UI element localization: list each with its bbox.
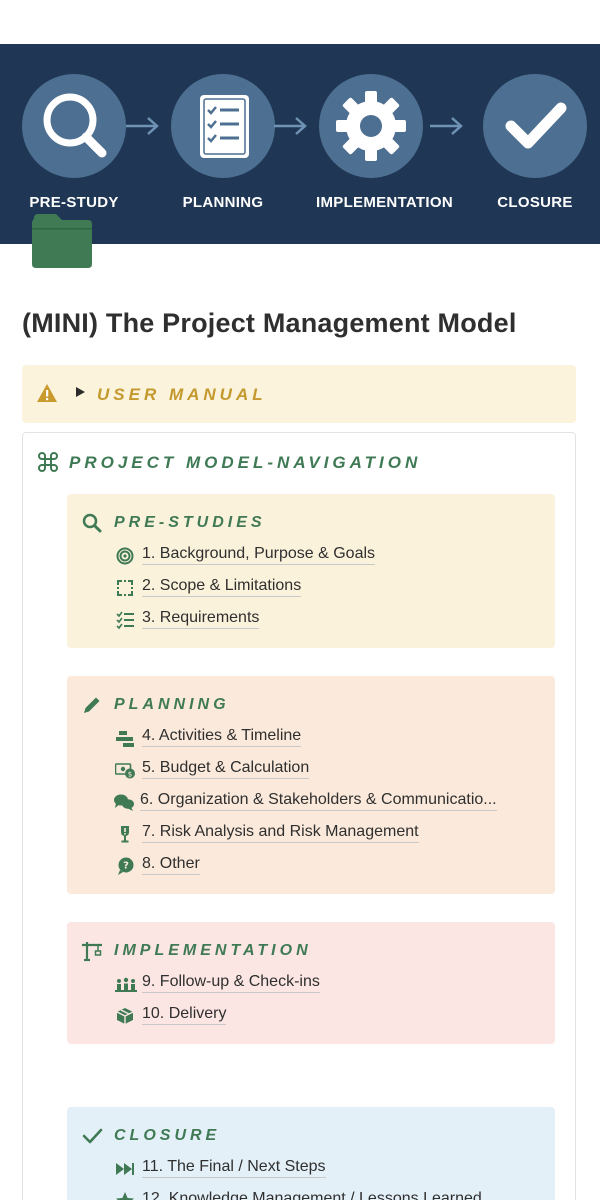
step-label: PRE-STUDY bbox=[29, 194, 119, 211]
expand-triangle-icon[interactable] bbox=[76, 387, 85, 397]
section-planning: PLANNING 4. Activities & Timeline $ 5. B… bbox=[67, 676, 555, 894]
section-title: IMPLEMENTATION bbox=[114, 942, 312, 959]
nav-link[interactable]: 4. Activities & Timeline bbox=[142, 727, 302, 747]
project-navigation: PROJECT MODEL-NAVIGATION PRE-STUDIES 1. … bbox=[22, 432, 576, 1200]
frame-icon bbox=[117, 580, 133, 596]
chat-icon bbox=[114, 794, 134, 811]
navigation-heading: PROJECT MODEL-NAVIGATION bbox=[69, 453, 422, 472]
timeline-icon bbox=[116, 731, 134, 747]
nav-link[interactable]: 6. Organization & Stakeholders & Communi… bbox=[140, 791, 497, 811]
money-icon: $ bbox=[115, 763, 135, 779]
nav-link[interactable]: 10. Delivery bbox=[142, 1005, 227, 1025]
nav-link[interactable]: 8. Other bbox=[142, 855, 200, 875]
arrow-right-icon bbox=[274, 117, 307, 135]
arrow-right-icon bbox=[126, 117, 159, 135]
nav-link[interactable]: 5. Budget & Calculation bbox=[142, 759, 310, 779]
section-pre-studies: PRE-STUDIES 1. Background, Purpose & Goa… bbox=[67, 494, 555, 648]
folder-icon[interactable] bbox=[32, 214, 92, 268]
pencil-icon bbox=[84, 697, 100, 713]
checkmark-icon bbox=[483, 74, 587, 178]
checklist-icon bbox=[171, 74, 275, 178]
package-icon bbox=[116, 1008, 134, 1024]
check-icon bbox=[82, 1128, 103, 1144]
step-label: IMPLEMENTATION bbox=[316, 194, 453, 211]
warning-icon bbox=[37, 384, 57, 402]
crane-icon bbox=[82, 942, 102, 962]
nav-link[interactable]: 11. The Final / Next Steps bbox=[142, 1158, 326, 1178]
gear-icon bbox=[319, 74, 423, 178]
star-icon bbox=[116, 1192, 134, 1200]
nav-link[interactable]: 9. Follow-up & Check-ins bbox=[142, 973, 320, 993]
user-manual-label: USER MANUAL bbox=[97, 385, 267, 404]
section-implementation: IMPLEMENTATION 9. Follow-up & Check-ins … bbox=[67, 922, 555, 1044]
step-planning: PLANNING bbox=[168, 74, 278, 211]
fast-forward-icon bbox=[116, 1163, 134, 1175]
step-closure: CLOSURE bbox=[480, 74, 590, 211]
nav-link[interactable]: 7. Risk Analysis and Risk Management bbox=[142, 823, 419, 843]
section-title: CLOSURE bbox=[114, 1127, 221, 1144]
magnifier-icon bbox=[22, 74, 126, 178]
nav-link[interactable]: 1. Background, Purpose & Goals bbox=[142, 545, 376, 565]
target-icon bbox=[116, 547, 134, 565]
checklist-icon bbox=[116, 611, 134, 630]
section-closure: CLOSURE 11. The Final / Next Steps 12. K… bbox=[67, 1107, 555, 1200]
risk-icon bbox=[121, 826, 129, 843]
step-implementation: IMPLEMENTATION bbox=[316, 74, 453, 211]
nav-link[interactable]: 3. Requirements bbox=[142, 609, 260, 629]
step-pre-study: PRE-STUDY bbox=[19, 74, 129, 211]
search-icon bbox=[82, 513, 102, 533]
svg-text:$: $ bbox=[128, 771, 132, 779]
svg-text:?: ? bbox=[123, 861, 129, 872]
step-label: CLOSURE bbox=[497, 194, 573, 211]
question-icon: ? bbox=[118, 857, 134, 875]
nav-link[interactable]: 12. Knowledge Management / Lessons Learn… bbox=[142, 1190, 482, 1200]
user-manual-toggle[interactable]: USER MANUAL bbox=[22, 365, 576, 423]
section-title: PRE-STUDIES bbox=[114, 514, 266, 531]
page-title: (MINI) The Project Management Model bbox=[22, 308, 517, 338]
section-title: PLANNING bbox=[114, 696, 230, 713]
nav-link[interactable]: 2. Scope & Limitations bbox=[142, 577, 302, 597]
command-icon bbox=[38, 452, 58, 472]
arrow-right-icon bbox=[430, 117, 463, 135]
team-icon bbox=[115, 977, 137, 992]
step-label: PLANNING bbox=[182, 194, 264, 211]
